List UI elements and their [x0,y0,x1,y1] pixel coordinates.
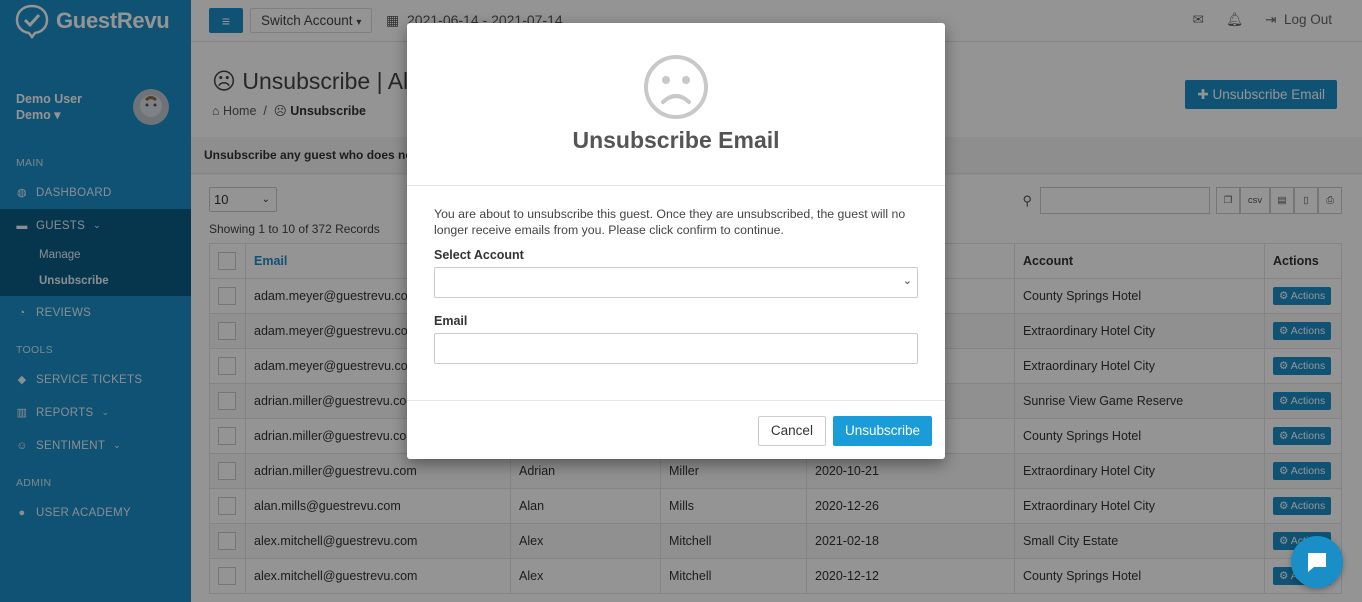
unsubscribe-modal: Unsubscribe Email You are about to unsub… [407,23,945,459]
modal-body: You are about to unsubscribe this guest.… [407,186,945,401]
chat-bubble-icon [1308,553,1326,572]
modal-message: You are about to unsubscribe this guest.… [434,207,906,237]
email-label: Email [434,314,468,328]
select-account-dropdown[interactable]: ⌄ [434,267,918,298]
chat-widget-button[interactable] [1291,536,1343,588]
cancel-button[interactable]: Cancel [757,416,826,446]
select-account-label: Select Account [434,248,524,262]
frown-icon [644,55,708,119]
confirm-unsubscribe-button[interactable]: Unsubscribe [832,416,932,446]
modal-header: Unsubscribe Email [407,23,945,186]
modal-footer: Cancel Unsubscribe [757,416,932,446]
chevron-down-icon: ⌄ [902,275,912,287]
email-field[interactable] [434,333,918,364]
modal-title: Unsubscribe Email [572,127,780,153]
